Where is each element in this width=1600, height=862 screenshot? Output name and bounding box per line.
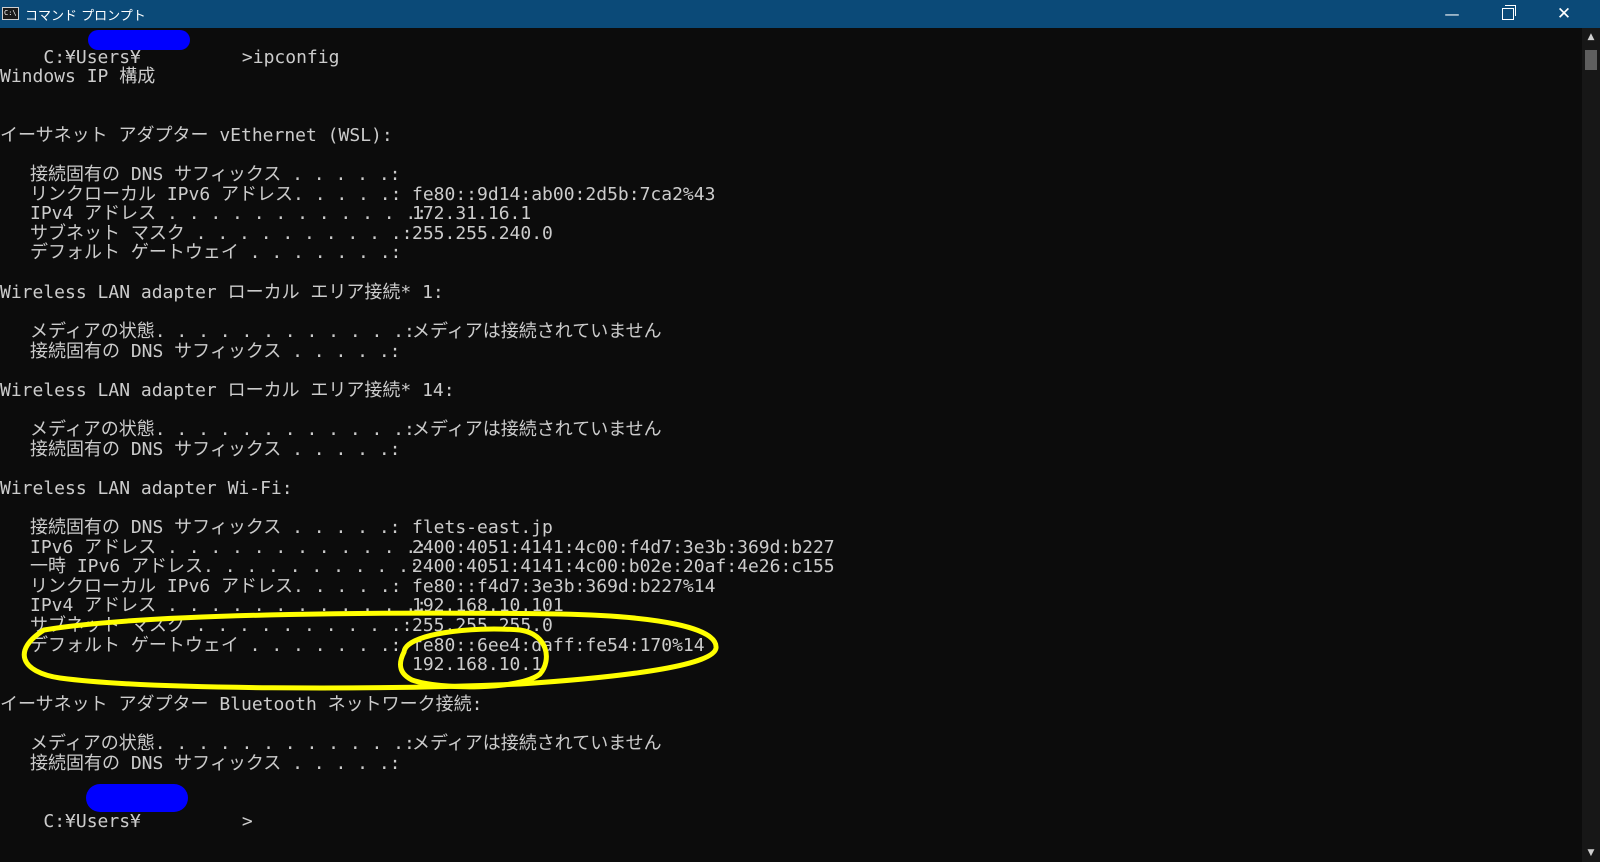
config-row: 接続固有の DNS サフィックス . . . . .: (0, 165, 1582, 185)
prompt-prefix: C:¥Users¥ (43, 47, 141, 68)
config-label: 接続固有の DNS サフィックス (30, 752, 282, 774)
config-label: サブネット マスク (30, 222, 185, 244)
config-row: 接続固有の DNS サフィックス . . . . .: (0, 438, 1582, 460)
config-row: 接続固有の DNS サフィックス . . . . .: (0, 752, 1582, 774)
restore-button[interactable] (1480, 0, 1536, 28)
config-leader-dots: . . . . .: (293, 183, 402, 205)
restore-icon (1502, 5, 1516, 20)
config-row: デフォルト ゲートウェイ . . . . . . .: (0, 243, 1582, 263)
config-label: メディアの状態 (30, 321, 155, 342)
config-value: 2400:4051:4141:4c00:b02e:20af:4e26:c155 (412, 556, 835, 578)
config-row: サブネット マスク . . . . . . . . . .: 255.255.24… (0, 222, 1582, 244)
command-prompt-icon: C:\ (2, 7, 19, 20)
config-value: flets-east.jp (412, 517, 553, 538)
adapter-title: Wireless LAN adapter ローカル エリア接続* 1: (0, 282, 444, 303)
config-label: 接続固有の DNS サフィックス (30, 340, 282, 362)
config-leader-dots: . . . . . . . . . .: (184, 222, 413, 244)
config-row: 接続固有の DNS サフィックス . . . . .: (0, 340, 1582, 362)
config-label: 一時 IPv6 アドレス (30, 556, 204, 578)
config-row: デフォルト ゲートウェイ . . . . . . .: fe80::6ee4:da… (0, 634, 1582, 656)
config-label: メディアの状態 (30, 419, 155, 440)
config-leader-dots: . . . . .: (281, 517, 401, 538)
config-leader-dots: . . . . . . . . . . . .: (154, 321, 415, 342)
config-value: 192.168.10.101 (412, 595, 564, 617)
config-row: メディアの状態. . . . . . . . . . . .: メディアは接続され… (0, 734, 1582, 754)
scroll-down-icon[interactable]: ▼ (1582, 848, 1600, 858)
config-value: メディアは接続されていません (412, 321, 662, 342)
window-title: コマンド プロンプト (25, 9, 146, 24)
config-leader-dots: . . . . . . .: (238, 634, 402, 656)
config-label: メディアの状態 (30, 733, 155, 754)
config-leader-dots: . . . . . . . . . . . .: (154, 419, 415, 440)
config-row: メディアの状態. . . . . . . . . . . .: メディアは接続され… (0, 420, 1582, 440)
config-value: fe80::6ee4:daff:fe54:170%14 (412, 634, 705, 656)
config-row: 一時 IPv6 アドレス. . . . . . . . . .: 2400:405… (0, 557, 1582, 577)
minimize-button[interactable]: — (1424, 0, 1480, 28)
config-leader-dots: . . . . . . . . . . . .: (156, 536, 428, 558)
config-label: リンクローカル IPv6 アドレス (30, 575, 294, 597)
config-leader-dots: . . . . . . . . . . . .: (156, 595, 428, 617)
config-row: リンクローカル IPv6 アドレス. . . . .: fe80::f4d7:3e… (0, 575, 1582, 597)
config-row: IPv4 アドレス . . . . . . . . . . . .: 192.16… (0, 596, 1582, 616)
prompt-prefix: C:¥Users¥ (43, 811, 141, 832)
config-leader-dots: . . . . .: (281, 340, 401, 362)
config-label: IPv4 アドレス (30, 203, 157, 225)
config-label: IPv4 アドレス (30, 595, 157, 617)
scroll-thumb[interactable] (1585, 50, 1597, 70)
config-row: サブネット マスク . . . . . . . . . .: 255.255.25… (0, 616, 1582, 636)
config-row: IPv4 アドレス . . . . . . . . . . . .: 172.31… (0, 204, 1582, 224)
config-value: 172.31.16.1 (412, 203, 532, 225)
config-leader-dots: . . . . .: (293, 575, 402, 597)
redaction-mark (86, 784, 188, 812)
close-button[interactable]: ✕ (1536, 0, 1592, 28)
console-output[interactable]: C:¥Users¥ >ipconfig Windows IP 構成 イーサネット … (0, 28, 1582, 862)
config-label: デフォルト ゲートウェイ (30, 634, 239, 656)
config-value: メディアは接続されていません (412, 419, 662, 440)
config-label: サブネット マスク (30, 615, 185, 636)
config-leader-dots: . . . . .: (281, 438, 401, 460)
config-value: fe80::f4d7:3e3b:369d:b227%14 (412, 575, 716, 597)
config-leader-dots: . . . . . . .: (238, 242, 402, 264)
config-label: デフォルト ゲートウェイ (30, 242, 239, 264)
config-value: 192.168.10.1 (412, 654, 543, 676)
adapter-title: イーサネット アダプター Bluetooth ネットワーク接続: (0, 694, 483, 715)
config-row: リンクローカル IPv6 アドレス. . . . .: fe80::9d14:ab… (0, 183, 1582, 205)
config-leader-dots: . . . . .: (281, 164, 401, 185)
config-leader-dots: . . . . . . . . . .: (203, 556, 420, 578)
config-label: 接続固有の DNS サフィックス (30, 164, 282, 185)
scroll-up-icon[interactable]: ▲ (1582, 32, 1600, 42)
config-label: IPv6 アドレス (30, 536, 157, 558)
config-row: メディアの状態. . . . . . . . . . . .: メディアは接続され… (0, 322, 1582, 342)
config-row: 接続固有の DNS サフィックス . . . . .: flets-east.jp (0, 518, 1582, 538)
config-leader-dots: . . . . . . . . . . . .: (154, 733, 415, 754)
config-value: 2400:4051:4141:4c00:f4d7:3e3b:369d:b227 (412, 536, 835, 558)
config-row: 192.168.10.1 (0, 655, 1582, 675)
ipconfig-header: Windows IP 構成 (0, 66, 156, 87)
adapter-title: Wireless LAN adapter ローカル エリア接続* 14: (0, 380, 455, 401)
config-value: メディアは接続されていません (412, 733, 662, 754)
config-value: 255.255.255.0 (412, 615, 553, 636)
vertical-scrollbar[interactable]: ▲ ▼ (1582, 28, 1600, 862)
adapter-title: イーサネット アダプター vEthernet (WSL): (0, 125, 393, 146)
config-leader-dots: . . . . . . . . . .: (184, 615, 413, 636)
adapter-title: Wireless LAN adapter Wi-Fi: (0, 478, 293, 499)
config-label: 接続固有の DNS サフィックス (30, 517, 282, 538)
config-label: 接続固有の DNS サフィックス (30, 438, 282, 460)
config-value: fe80::9d14:ab00:2d5b:7ca2%43 (412, 183, 716, 205)
config-leader-dots: . . . . . . . . . . . .: (156, 203, 428, 225)
prompt-command: >ipconfig (241, 47, 340, 68)
redaction-mark (88, 30, 190, 50)
config-leader-dots: . . . . .: (281, 752, 401, 774)
config-label: リンクローカル IPv6 アドレス (30, 183, 294, 205)
config-row: IPv6 アドレス . . . . . . . . . . . .: 2400:4… (0, 536, 1582, 558)
config-value: 255.255.240.0 (412, 222, 553, 244)
prompt-cursor: > (241, 811, 253, 832)
title-bar: C:\ コマンド プロンプト — ✕ (0, 0, 1600, 28)
